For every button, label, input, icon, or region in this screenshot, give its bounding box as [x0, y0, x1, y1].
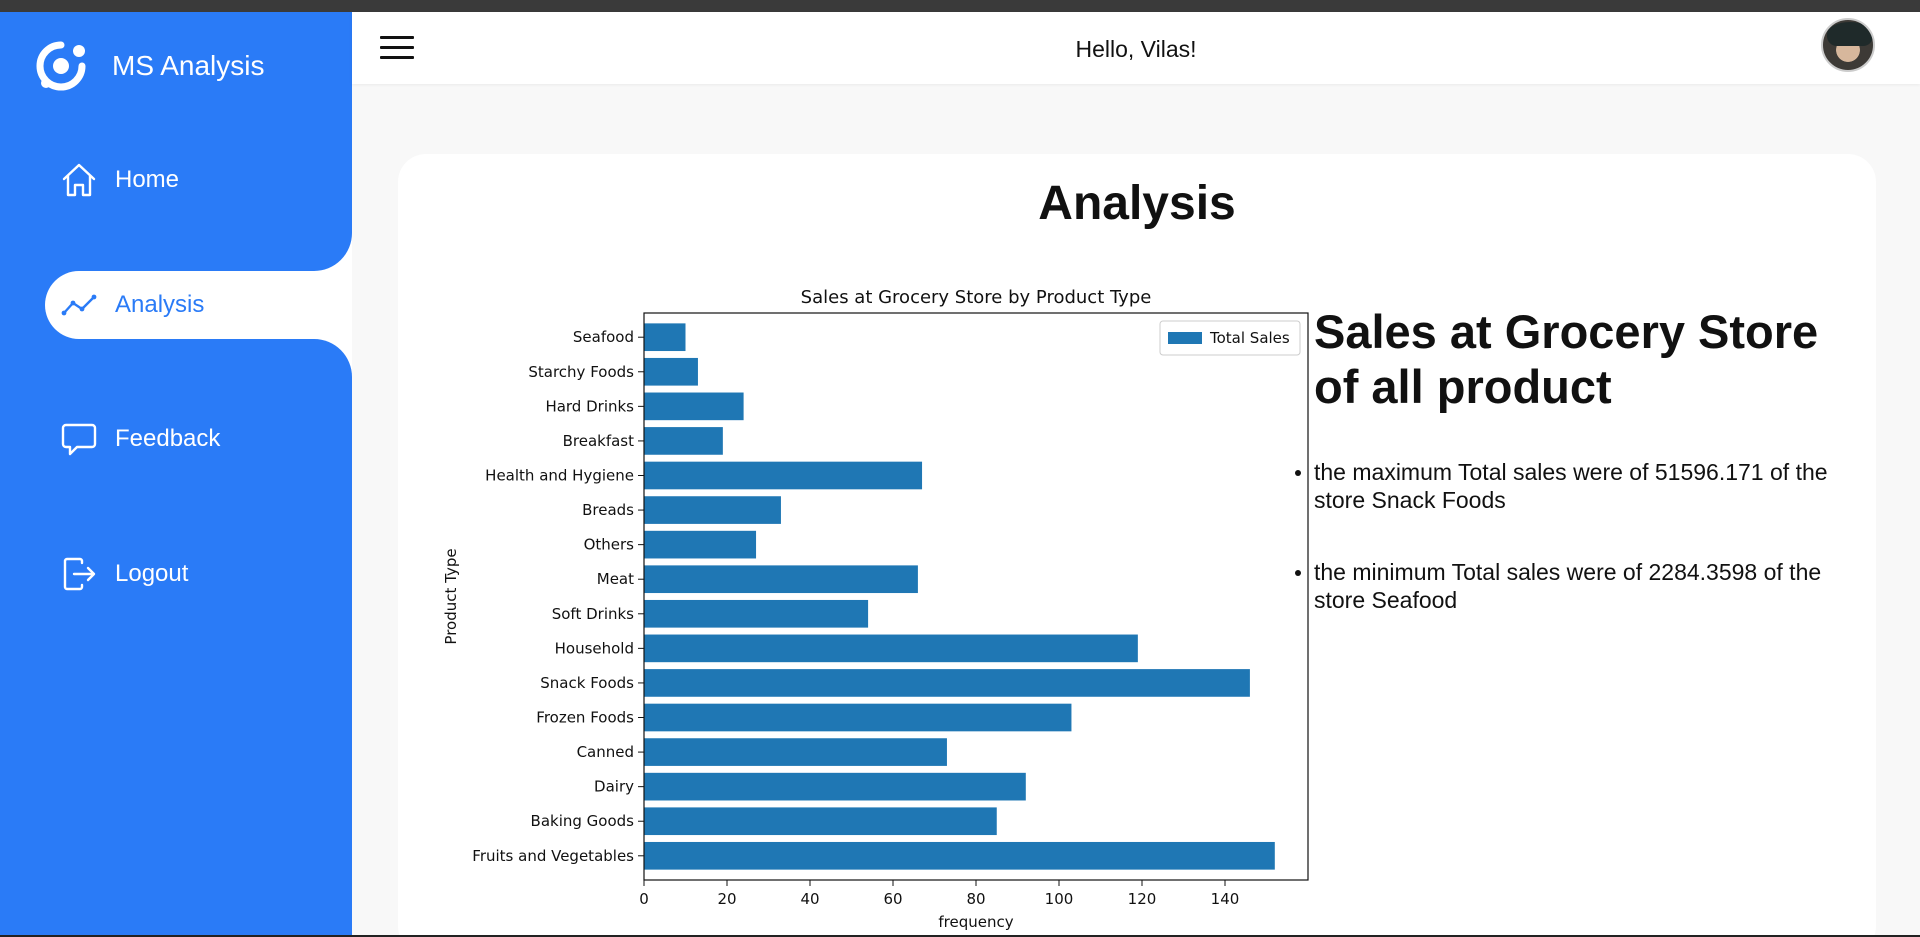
info-point-max: the maximum Total sales were of 51596.17…: [1295, 458, 1854, 514]
x-tick-label: 120: [1128, 890, 1157, 908]
x-tick-label: 40: [800, 890, 819, 908]
x-tick-label: 20: [717, 890, 736, 908]
avatar[interactable]: [1821, 18, 1875, 72]
greeting-text: Hello, Vilas!: [1075, 36, 1197, 62]
info-point-min: the minimum Total sales were of 2284.359…: [1295, 558, 1854, 614]
y-tick-label: Dairy: [594, 778, 634, 796]
chart-bar: [644, 392, 744, 421]
sidebar: MS Analysis Home Analysis Feedback Logou…: [0, 12, 352, 935]
chart-bar: [644, 599, 869, 628]
avatar-hair: [1827, 22, 1873, 46]
y-tick-label: Others: [584, 536, 635, 554]
chart-bar: [644, 841, 1275, 870]
chart-bar: [644, 496, 781, 524]
chart-title: Sales at Grocery Store by Product Type: [801, 287, 1152, 308]
home-icon: [59, 160, 99, 200]
chart-bar: [644, 357, 698, 386]
chart-svg: Sales at Grocery Store by Product Type Se…: [442, 287, 1309, 931]
x-tick-label: 60: [883, 890, 902, 908]
y-tick-label: Health and Hygiene: [485, 466, 634, 484]
ring-logo-icon: [36, 41, 86, 91]
y-tick-label: Household: [555, 639, 634, 657]
chart-bar: [644, 323, 686, 352]
x-tick-label: 0: [639, 890, 649, 908]
sidebar-item-feedback[interactable]: Feedback: [45, 405, 352, 473]
y-tick-label: Frozen Foods: [536, 709, 634, 727]
chart-bar: [644, 772, 1026, 801]
chart-bar: [644, 669, 1250, 697]
y-tick-label: Breads: [582, 501, 634, 519]
top-header: Hello, Vilas!: [352, 12, 1920, 84]
sales-chart: Sales at Grocery Store by Product Type Se…: [438, 272, 1318, 932]
sidebar-item-label: Logout: [115, 560, 189, 587]
sidebar-item-logout[interactable]: Logout: [45, 540, 352, 608]
y-axis-label: Product Type: [442, 548, 460, 644]
chart-bar: [644, 703, 1072, 732]
legend-label: Total Sales: [1209, 329, 1290, 347]
x-axis-label: frequency: [938, 913, 1013, 931]
chart-bar: [644, 634, 1138, 663]
info-panel: Sales at Grocery Store of all product th…: [1295, 304, 1854, 658]
chart-bar: [644, 738, 947, 766]
y-tick-label: Canned: [577, 743, 634, 761]
chat-bubble-icon: [59, 419, 99, 459]
sidebar-item-label: Analysis: [115, 291, 205, 318]
chart-bar: [644, 807, 997, 836]
main-area: Hello, Vilas! Analysis Sales at Grocery …: [352, 12, 1920, 937]
chart-bar: [644, 461, 923, 490]
chart-bar: [644, 427, 723, 455]
brand[interactable]: MS Analysis: [34, 36, 265, 96]
y-tick-label: Breakfast: [563, 432, 635, 450]
sidebar-item-home[interactable]: Home: [45, 146, 352, 214]
chart-bar: [644, 530, 757, 559]
y-tick-label: Seafood: [573, 328, 634, 346]
brand-name: MS Analysis: [112, 50, 265, 81]
x-tick-label: 80: [966, 890, 985, 908]
line-chart-icon: [59, 285, 99, 325]
y-tick-label: Hard Drinks: [545, 397, 634, 415]
chart-bar: [644, 565, 918, 594]
y-tick-label: Soft Drinks: [552, 605, 634, 623]
y-tick-label: Snack Foods: [540, 674, 634, 692]
sidebar-item-label: Home: [115, 166, 180, 193]
y-tick-label: Fruits and Vegetables: [472, 847, 634, 865]
sidebar-item-label: Feedback: [115, 425, 221, 452]
y-tick-label: Starchy Foods: [528, 363, 634, 381]
logout-icon: [59, 554, 99, 594]
info-list: the maximum Total sales were of 51596.17…: [1295, 458, 1854, 614]
analysis-card: Analysis Sales at Grocery Store by Produ…: [398, 154, 1876, 937]
sidebar-item-analysis[interactable]: Analysis: [45, 271, 352, 339]
legend-swatch: [1168, 332, 1202, 344]
y-tick-label: Meat: [597, 570, 634, 588]
x-tick-label: 100: [1045, 890, 1074, 908]
window-top-strip: [0, 0, 1920, 12]
x-tick-label: 140: [1211, 890, 1240, 908]
page-title: Analysis: [1038, 177, 1236, 230]
info-title: Sales at Grocery Store of all product: [1314, 305, 1819, 413]
y-tick-label: Baking Goods: [531, 812, 635, 830]
